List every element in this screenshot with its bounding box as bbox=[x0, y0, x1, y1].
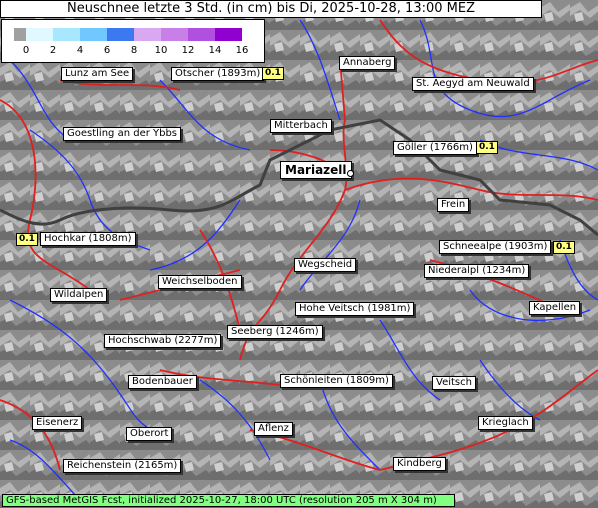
legend-swatch-4 bbox=[107, 28, 134, 41]
place-bodenbauer: Bodenbauer bbox=[128, 375, 197, 389]
snow-value-oetscher: 0.1 bbox=[262, 67, 284, 80]
place-kindberg: Kindberg bbox=[393, 457, 446, 471]
place-niederalpl: Niederalpl (1234m) bbox=[424, 264, 530, 278]
place-oetscher: Ötscher (1893m) bbox=[171, 67, 265, 81]
place-veitsch: Veitsch bbox=[432, 376, 476, 390]
legend-tick: 10 bbox=[154, 45, 168, 56]
legend-swatch-6 bbox=[161, 28, 188, 41]
mariazell-point bbox=[347, 170, 354, 177]
place-goeller: Göller (1766m) bbox=[393, 141, 477, 155]
legend-swatch-7 bbox=[188, 28, 215, 41]
place-wegscheid: Wegscheid bbox=[294, 258, 357, 272]
place-eisenerz: Eisenerz bbox=[32, 416, 83, 430]
place-goestling: Goestling an der Ybbs bbox=[63, 127, 182, 141]
legend-scale bbox=[14, 28, 242, 41]
legend-tick: 12 bbox=[181, 45, 195, 56]
place-kapellen: Kapellen bbox=[529, 301, 581, 315]
place-hohe-veitsch: Hohe Veitsch (1981m) bbox=[295, 302, 415, 316]
place-annaberg: Annaberg bbox=[339, 56, 396, 70]
legend-tick: 14 bbox=[208, 45, 222, 56]
legend-swatch-1 bbox=[26, 28, 53, 41]
place-seeberg: Seeberg (1246m) bbox=[227, 325, 323, 339]
snow-value-goeller: 0.1 bbox=[476, 141, 498, 154]
snowfall-map: Neuschnee letzte 3 Std. (in cm) bis Di, … bbox=[0, 0, 598, 508]
place-weichselboden: Weichselboden bbox=[158, 275, 242, 289]
place-krieglach: Krieglach bbox=[478, 416, 533, 430]
legend-swatch-0 bbox=[14, 28, 26, 41]
place-reichenstein: Reichenstein (2165m) bbox=[63, 459, 182, 473]
legend-tick: 2 bbox=[49, 45, 57, 56]
place-aflenz: Aflenz bbox=[254, 422, 293, 436]
place-mitterbach: Mitterbach bbox=[270, 119, 332, 133]
place-wildalpen: Wildalpen bbox=[50, 288, 108, 302]
legend-ticks: 0 2 4 6 8 10 12 14 16 bbox=[2, 45, 266, 59]
forecast-info: GFS-based MetGIS Fcst, initialized 2025-… bbox=[2, 494, 455, 507]
place-hochkar: Hochkar (1808m) bbox=[40, 232, 136, 246]
place-hochschwab: Hochschwab (2277m) bbox=[104, 334, 222, 348]
legend-swatch-3 bbox=[80, 28, 107, 41]
place-st-aegyd: St. Aegyd am Neuwald bbox=[412, 77, 534, 91]
place-mariazell: Mariazell bbox=[280, 161, 352, 179]
legend-tick: 6 bbox=[103, 45, 111, 56]
place-schoenleiten: Schönleiten (1809m) bbox=[280, 374, 393, 388]
place-frein: Frein bbox=[437, 198, 470, 212]
legend-tick: 0 bbox=[22, 45, 30, 56]
legend-swatch-2 bbox=[53, 28, 80, 41]
legend-swatch-8 bbox=[215, 28, 242, 41]
snow-value-hochkar: 0.1 bbox=[16, 233, 38, 246]
place-schneealpe: Schneealpe (1903m) bbox=[439, 240, 552, 254]
snow-value-schneealpe: 0.1 bbox=[553, 241, 575, 254]
legend-tick: 16 bbox=[235, 45, 249, 56]
color-legend: 0 2 4 6 8 10 12 14 16 bbox=[1, 19, 265, 63]
place-oberort: Oberort bbox=[126, 427, 173, 441]
legend-tick: 8 bbox=[130, 45, 138, 56]
legend-swatch-5 bbox=[134, 28, 161, 41]
place-lunz: Lunz am See bbox=[61, 67, 134, 81]
legend-tick: 4 bbox=[76, 45, 84, 56]
map-title: Neuschnee letzte 3 Std. (in cm) bis Di, … bbox=[0, 0, 542, 18]
